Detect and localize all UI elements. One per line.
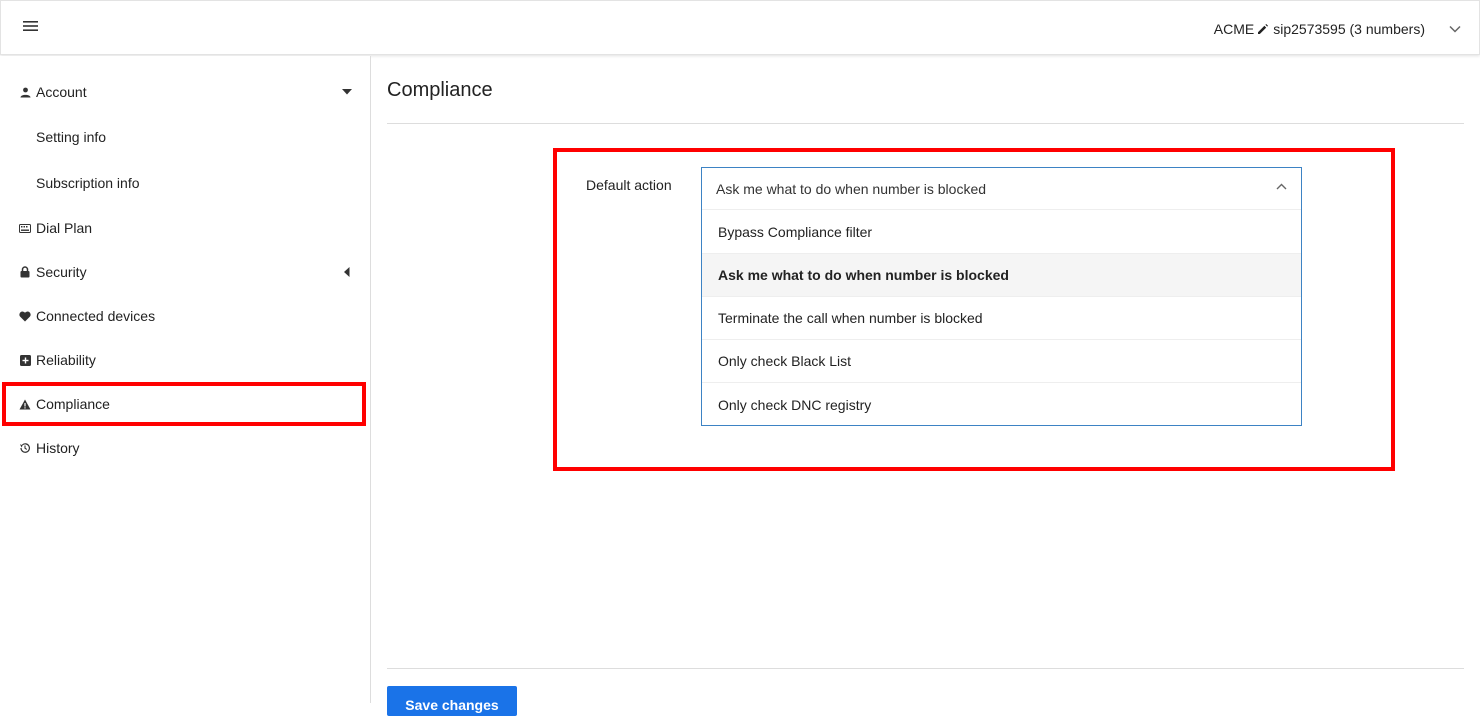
heart-icon [19, 310, 31, 322]
sidebar-item-history[interactable]: History [0, 426, 370, 470]
sidebar-item-label: History [36, 440, 80, 456]
chevron-up-icon[interactable] [1276, 183, 1287, 190]
hamburger-menu-icon[interactable] [23, 19, 45, 39]
caret-down-icon[interactable] [342, 89, 352, 95]
sidebar-item-label: Dial Plan [36, 220, 93, 236]
sidebar-item-setting-info[interactable]: Setting info [0, 115, 370, 159]
person-icon [19, 86, 31, 98]
account-name: ACME [1213, 20, 1255, 37]
select-option[interactable]: Bypass Compliance filter [702, 211, 1301, 254]
sidebar-item-dial-plan[interactable]: Dial Plan [0, 206, 370, 250]
select-option[interactable]: Only check Black List [702, 340, 1301, 383]
sidebar: Account Setting info Subscription info D… [0, 56, 371, 703]
sidebar-item-label: Compliance [36, 396, 110, 412]
select-current-value[interactable]: Ask me what to do when number is blocked [702, 168, 1301, 210]
sidebar-item-connected-devices[interactable]: Connected devices [0, 294, 370, 338]
default-action-label: Default action [586, 177, 672, 193]
account-switcher[interactable]: ACME sip2573595 (3 numbers) [1214, 1, 1461, 56]
sidebar-item-label: Connected devices [36, 308, 156, 324]
sidebar-item-reliability[interactable]: Reliability [0, 338, 370, 382]
select-option[interactable]: Only check DNC registry [702, 383, 1301, 426]
sidebar-item-label: Subscription info [36, 175, 140, 191]
lock-icon [19, 266, 31, 278]
default-action-select[interactable]: Ask me what to do when number is blocked… [701, 167, 1302, 426]
divider [387, 123, 1464, 124]
select-value-text: Ask me what to do when number is blocked [716, 180, 987, 197]
sidebar-item-label: Account [36, 84, 87, 100]
sidebar-item-account[interactable]: Account [0, 70, 370, 114]
save-changes-button[interactable]: Save changes [387, 686, 517, 716]
select-option-selected[interactable]: Ask me what to do when number is blocked [702, 254, 1301, 297]
page-title: Compliance [387, 79, 493, 101]
sidebar-item-label: Setting info [36, 129, 107, 145]
sidebar-item-label: Reliability [36, 352, 96, 368]
top-bar: ACME sip2573595 (3 numbers) [0, 0, 1480, 55]
warning-icon [19, 398, 31, 410]
sidebar-item-compliance[interactable]: Compliance [2, 382, 366, 426]
pencil-icon[interactable] [1257, 23, 1269, 35]
sidebar-item-subscription-info[interactable]: Subscription info [0, 161, 370, 205]
sidebar-item-security[interactable]: Security [0, 250, 370, 294]
select-option[interactable]: Terminate the call when number is blocke… [702, 297, 1301, 340]
caret-left-icon[interactable] [344, 267, 350, 277]
chevron-down-icon[interactable] [1449, 25, 1461, 33]
account-detail: sip2573595 (3 numbers) [1273, 20, 1425, 37]
keyboard-icon [19, 222, 31, 234]
sidebar-item-label: Security [36, 264, 87, 280]
divider [387, 668, 1464, 669]
plus-box-icon [19, 354, 31, 366]
history-icon [19, 442, 31, 454]
